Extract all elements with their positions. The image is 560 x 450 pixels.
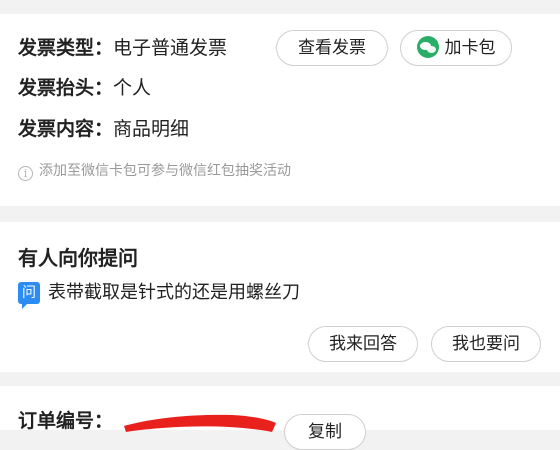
answer-button[interactable]: 我来回答	[308, 326, 418, 362]
add-card-label: 加卡包	[444, 38, 496, 58]
order-card: 订单编号： 复制	[0, 386, 560, 450]
question-text: 表带截取是针式的还是用螺丝刀	[48, 282, 300, 303]
info-icon: i	[18, 166, 33, 181]
invoice-card: 发票类型：电子普通发票 查看发票 加卡包 发票抬头：个人 发票内容：商品明细 i…	[0, 14, 560, 206]
invoice-type-label: 发票类型：	[18, 37, 114, 59]
invoice-title-value: 个人	[113, 77, 152, 99]
invoice-content-row: 发票内容：商品明细	[18, 116, 189, 142]
invoice-type-value: 电子普通发票	[113, 37, 228, 59]
card-pack-hint: i 添加至微信卡包可参与微信红包抽奖活动	[18, 161, 291, 181]
qa-title: 有人向你提问	[18, 246, 138, 270]
card-pack-hint-text: 添加至微信卡包可参与微信红包抽奖活动	[39, 163, 291, 179]
invoice-title-label: 发票抬头：	[18, 77, 114, 99]
wechat-icon	[416, 36, 439, 58]
order-number-label: 订单编号：	[18, 410, 114, 432]
qa-question-item[interactable]: 问表带截取是针式的还是用螺丝刀	[18, 280, 300, 309]
redaction-mark	[124, 414, 276, 432]
ask-too-button[interactable]: 我也要问	[431, 326, 541, 362]
invoice-title-row: 发票抬头：个人	[18, 75, 151, 101]
question-badge-icon: 问	[18, 282, 40, 309]
invoice-content-value: 商品明细	[113, 118, 190, 140]
view-invoice-button[interactable]: 查看发票	[276, 30, 388, 66]
qa-card: 有人向你提问 问表带截取是针式的还是用螺丝刀 我来回答 我也要问	[0, 222, 560, 372]
invoice-content-label: 发票内容：	[18, 118, 114, 140]
copy-order-number-button[interactable]: 复制	[284, 414, 366, 450]
invoice-type-row: 发票类型：电子普通发票	[18, 35, 227, 61]
add-to-card-pack-button[interactable]: 加卡包	[400, 30, 512, 66]
